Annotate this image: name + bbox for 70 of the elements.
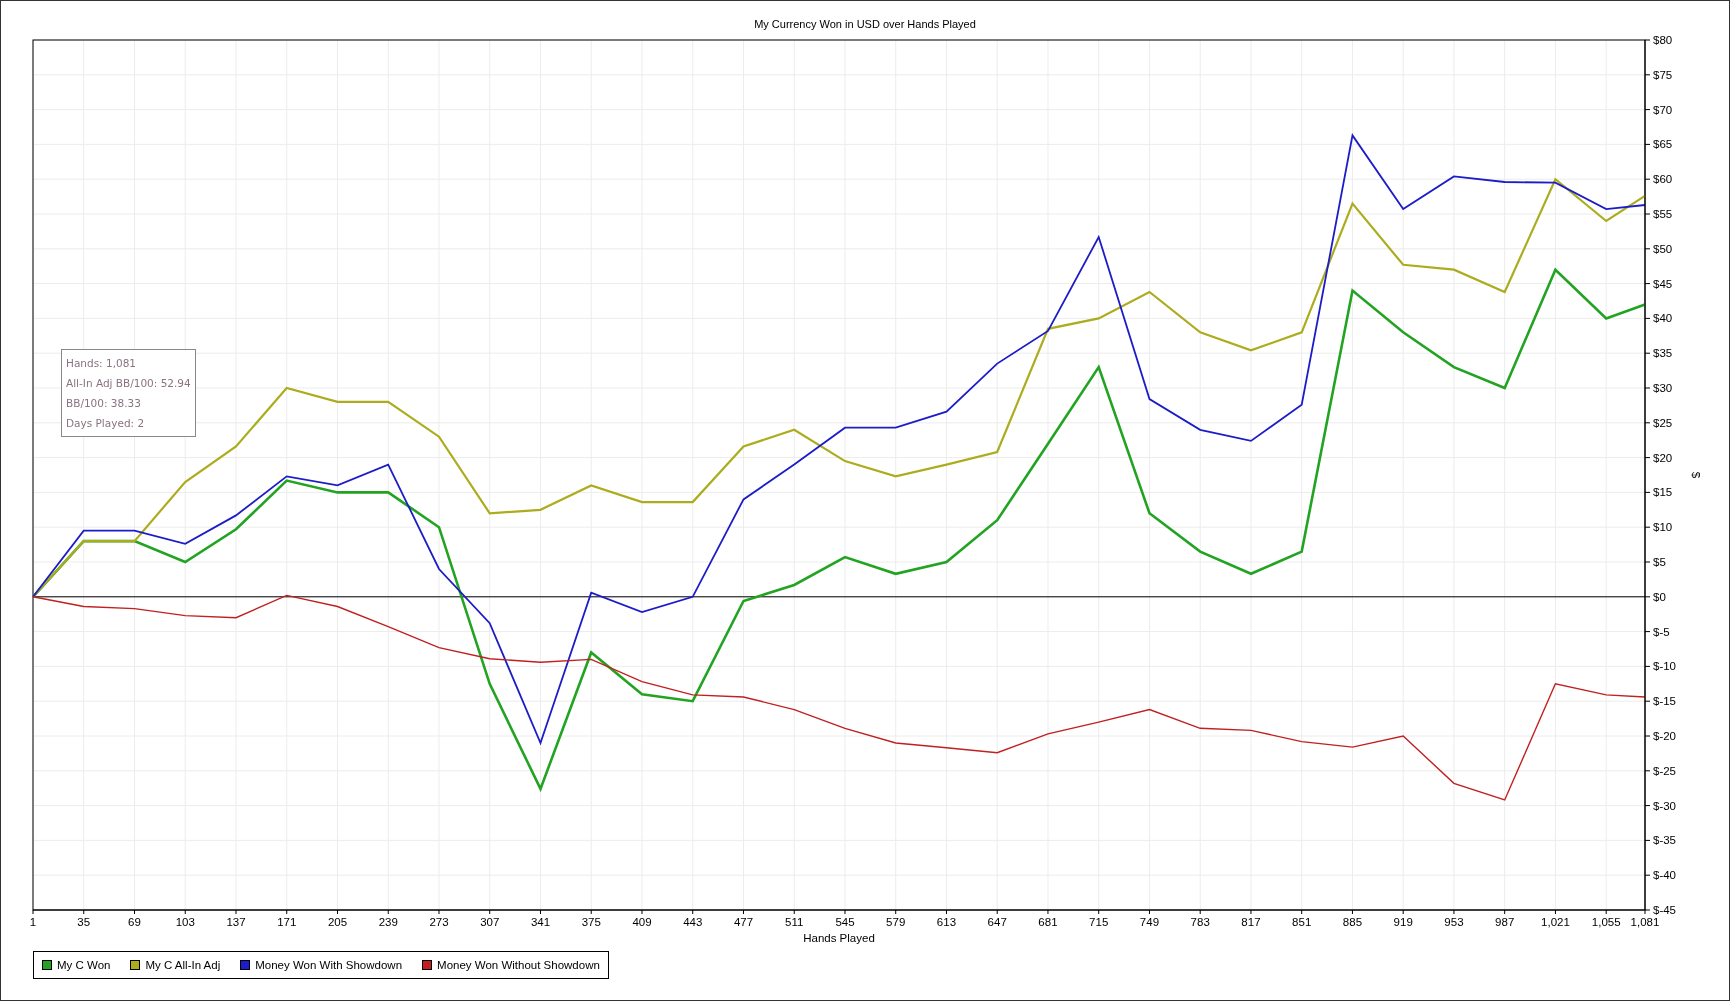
axis-label: 307	[480, 916, 500, 928]
legend-label: Money Won Without Showdown	[437, 959, 600, 971]
axis-label: $45	[1653, 277, 1673, 290]
axis-label: 545	[835, 916, 855, 928]
axis-label: $75	[1653, 68, 1673, 81]
axis-label: 103	[175, 916, 195, 928]
tooltip-text: Hands: 1,081	[66, 356, 138, 371]
axis-label: 1,055	[1591, 916, 1621, 928]
axis-label: 1,081	[1630, 916, 1660, 928]
axis-label: 205	[327, 916, 348, 928]
axis-label: 409	[632, 916, 652, 928]
axis-label: 749	[1139, 916, 1160, 928]
axis-label: $55	[1653, 208, 1673, 220]
axis-label: 987	[1495, 916, 1515, 928]
axis-label: 919	[1393, 916, 1413, 928]
axis-label: 1,021	[1541, 916, 1570, 928]
axis-label: $60	[1653, 173, 1673, 186]
axis-label: 885	[1342, 916, 1363, 928]
axis-label: 681	[1038, 916, 1058, 928]
axis-label: $-15	[1653, 695, 1677, 708]
axis-label: $50	[1653, 242, 1673, 255]
chart-title: My Currency Won in USD over Hands Played	[753, 17, 977, 31]
axis-label: $65	[1653, 138, 1673, 151]
axis-label: 783	[1190, 916, 1210, 928]
axis-label: $-10	[1653, 660, 1677, 673]
axis-label: $-40	[1653, 869, 1677, 882]
axis-label: $20	[1653, 451, 1673, 464]
axis-label: $5	[1653, 556, 1666, 568]
axis-label: $-25	[1653, 764, 1677, 777]
axis-label: 171	[277, 916, 297, 928]
axis-label: $15	[1653, 486, 1673, 499]
axis-label: $-20	[1653, 730, 1677, 742]
axis-label: 647	[987, 916, 1007, 928]
tooltip-text: Days Played: 2	[66, 416, 146, 431]
axis-label: $80	[1653, 34, 1673, 46]
axis-label: 239	[378, 916, 398, 928]
axis-label: 613	[936, 916, 957, 928]
axis-label: 1	[29, 916, 37, 928]
axis-label: 817	[1241, 916, 1261, 928]
axis-label: $40	[1653, 312, 1673, 325]
tooltip-text: All-In Adj BB/100: 52.94	[66, 376, 191, 391]
axis-label: $35	[1653, 347, 1673, 360]
tooltip-text: BB/100: 38.33	[66, 396, 142, 411]
legend-label: My C All-In Adj	[145, 959, 221, 971]
axis-label: 35	[77, 916, 91, 928]
axis-label: 375	[581, 916, 601, 928]
axis-label: $-30	[1653, 799, 1677, 812]
axis-label: $25	[1653, 416, 1673, 429]
axis-label: $10	[1653, 521, 1673, 534]
axis-label: 511	[785, 916, 804, 928]
axis-label: $0	[1653, 590, 1666, 603]
axis-label: 69	[128, 916, 141, 928]
legend-label: Money Won With Showdown	[255, 959, 403, 971]
axis-label: 579	[886, 916, 906, 928]
axis-label: 477	[733, 916, 754, 928]
axis-label: 273	[429, 916, 449, 928]
axis-title: Hands Played	[803, 932, 875, 944]
axis-label: 341	[530, 916, 551, 928]
legend-label: My C Won	[57, 959, 111, 971]
axis-label: $-35	[1653, 834, 1677, 847]
axis-label: 443	[683, 916, 703, 928]
axis-label: $30	[1653, 382, 1673, 394]
axis-label: 715	[1089, 916, 1109, 928]
axis-label: $-5	[1653, 625, 1670, 638]
axis-title: $	[1690, 471, 1702, 479]
axis-label: 851	[1292, 916, 1312, 928]
axis-label: $70	[1653, 103, 1673, 116]
axis-label: 953	[1444, 916, 1464, 928]
axis-label: $-45	[1653, 904, 1677, 916]
axis-label: 137	[226, 916, 246, 928]
